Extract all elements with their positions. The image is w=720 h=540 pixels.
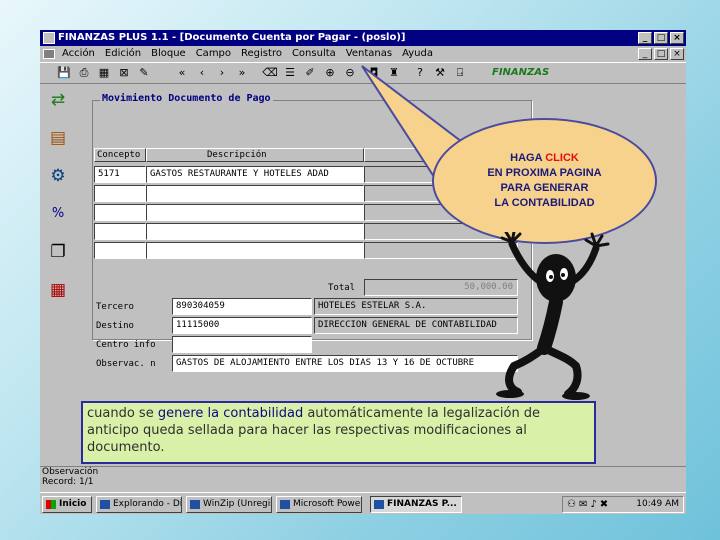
explanation-note: cuando se genere la contabilidad automát… [81, 401, 596, 464]
callout-text: EN PROXIMA PAGINA [487, 167, 602, 179]
note-text: cuando se [87, 406, 158, 421]
callout-bubble: HAGA CLICK EN PROXIMA PAGINA PARA GENERA… [432, 118, 657, 244]
callout-text: PARA GENERAR [500, 182, 589, 194]
callout-text: LA CONTABILIDAD [494, 197, 595, 209]
callout-text: HAGA [510, 152, 546, 164]
stick-figure-illustration [496, 232, 610, 400]
note-highlight: genere la contabilidad [157, 406, 304, 421]
callout-click-text: CLICK [545, 152, 579, 164]
